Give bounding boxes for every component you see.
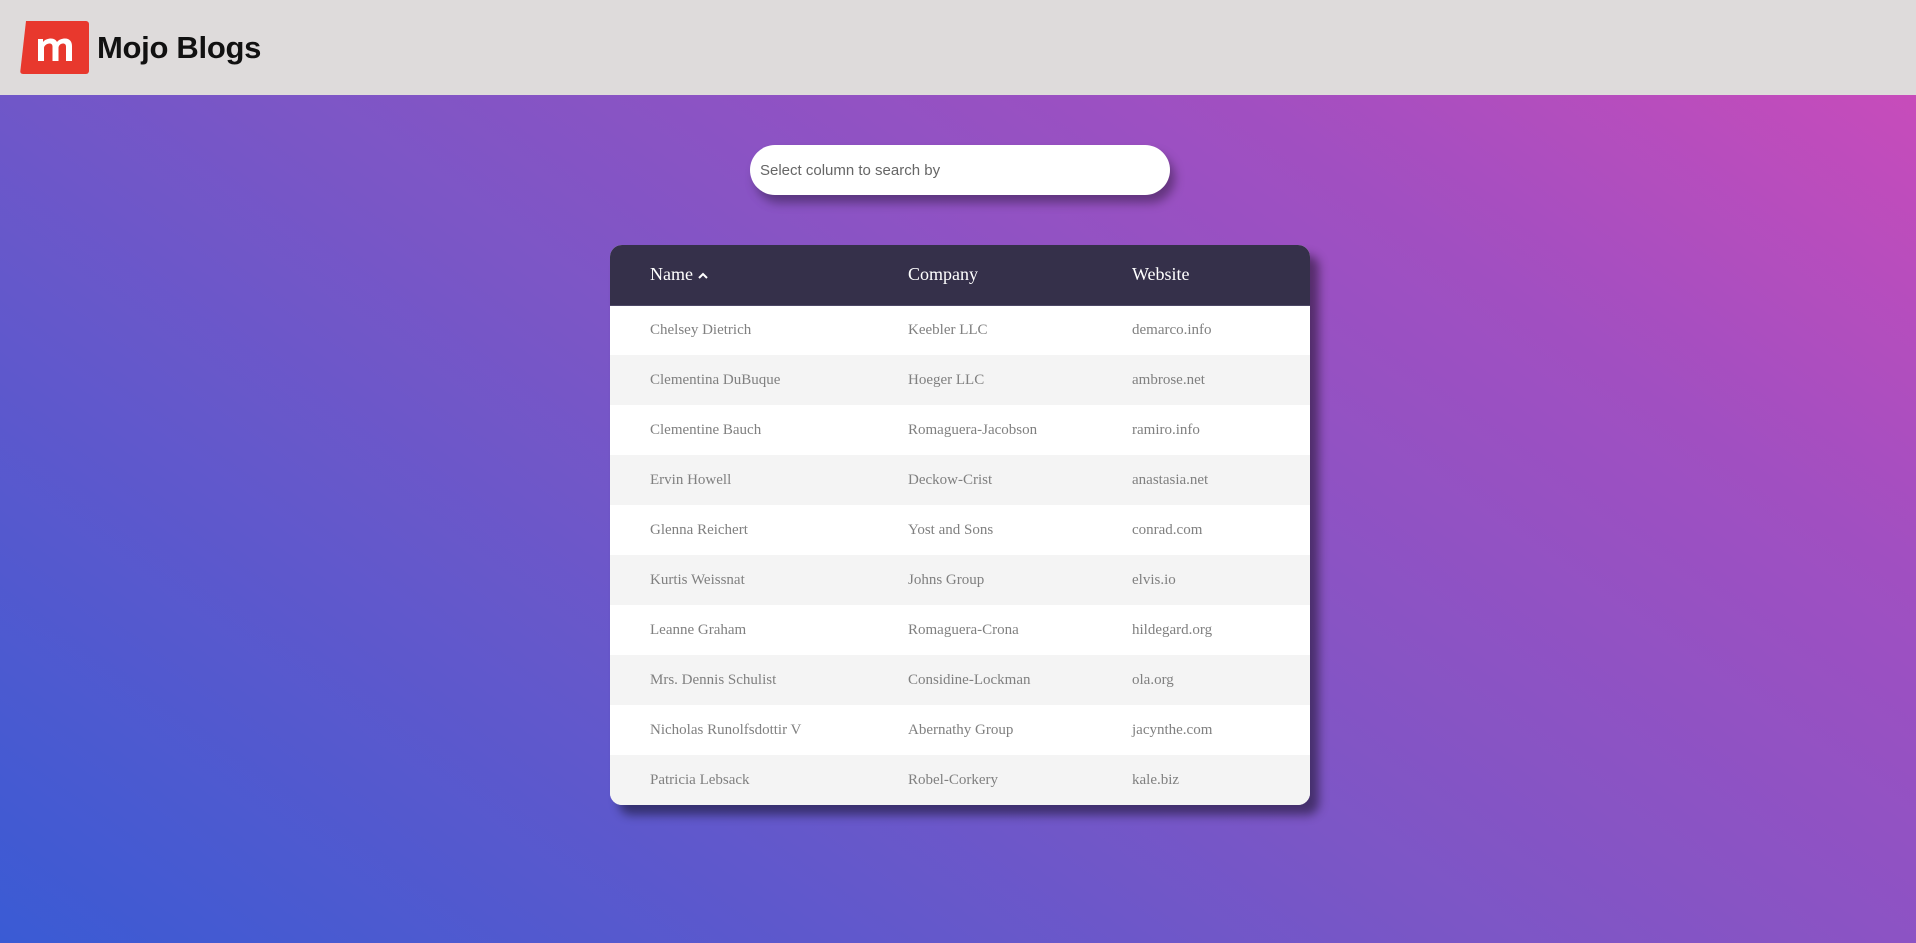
cell-name: Leanne Graham xyxy=(650,621,747,638)
cell-website: ola.org xyxy=(1132,671,1174,688)
cell-name: Chelsey Dietrich xyxy=(650,321,752,338)
logo-icon[interactable] xyxy=(20,21,89,74)
cell-website: jacynthe.com xyxy=(1132,721,1213,738)
chevron-up-icon[interactable] xyxy=(697,265,709,286)
users-table: Name Company Website Chelsey Dietrich Ke… xyxy=(610,245,1310,805)
column-header-website[interactable]: Website xyxy=(1132,245,1310,306)
table-row[interactable]: Kurtis Weissnat Johns Group elvis.io xyxy=(610,555,1310,605)
table-header: Name Company Website xyxy=(610,245,1310,306)
brand-name[interactable]: Mojo Blogs xyxy=(97,30,261,66)
cell-company: Johns Group xyxy=(908,571,985,588)
cell-company: Considine-Lockman xyxy=(908,671,1031,688)
cell-website: ramiro.info xyxy=(1132,421,1200,438)
cell-company: Robel-Corkery xyxy=(908,771,998,788)
cell-website: anastasia.net xyxy=(1132,471,1209,488)
table-row[interactable]: Ervin Howell Deckow-Crist anastasia.net xyxy=(610,455,1310,505)
cell-website: demarco.info xyxy=(1132,321,1212,338)
table-row[interactable]: Patricia Lebsack Robel-Corkery kale.biz xyxy=(610,755,1310,805)
cell-website: kale.biz xyxy=(1132,771,1180,788)
logo-m-glyph xyxy=(37,38,72,61)
cell-company: Romaguera-Jacobson xyxy=(908,421,1038,438)
search-bar xyxy=(750,145,1170,195)
cell-company: Yost and Sons xyxy=(908,521,994,538)
column-header-label: Company xyxy=(908,264,978,285)
cell-name: Kurtis Weissnat xyxy=(650,571,745,588)
table-row[interactable]: Clementina DuBuque Hoeger LLC ambrose.ne… xyxy=(610,355,1310,405)
table-row[interactable]: Leanne Graham Romaguera-Crona hildegard.… xyxy=(610,605,1310,655)
top-navbar: Mojo Blogs xyxy=(0,0,1916,95)
cell-name: Clementine Bauch xyxy=(650,421,762,438)
cell-company: Romaguera-Crona xyxy=(908,621,1019,638)
cell-name: Ervin Howell xyxy=(650,471,732,488)
cell-company: Keebler LLC xyxy=(908,321,988,338)
table-row[interactable]: Nicholas Runolfsdottir V Abernathy Group… xyxy=(610,705,1310,755)
cell-name: Mrs. Dennis Schulist xyxy=(650,671,777,688)
cell-name: Clementina DuBuque xyxy=(650,371,781,388)
cell-website: ambrose.net xyxy=(1132,371,1205,388)
table-row[interactable]: Chelsey Dietrich Keebler LLC demarco.inf… xyxy=(610,305,1310,355)
table-header-row: Name Company Website xyxy=(610,245,1310,306)
cell-website: conrad.com xyxy=(1132,521,1203,538)
cell-website: elvis.io xyxy=(1132,571,1176,588)
column-header-label: Website xyxy=(1132,264,1190,285)
cell-company: Abernathy Group xyxy=(908,721,1014,738)
column-header-company[interactable]: Company xyxy=(908,245,1132,306)
cell-name: Patricia Lebsack xyxy=(650,771,750,788)
table-row[interactable]: Mrs. Dennis Schulist Considine-Lockman o… xyxy=(610,655,1310,705)
search-input[interactable] xyxy=(760,145,1160,195)
cell-name: Nicholas Runolfsdottir V xyxy=(650,721,802,738)
column-header-label: Name xyxy=(650,263,693,284)
cell-company: Deckow-Crist xyxy=(908,471,993,488)
table-row[interactable]: Clementine Bauch Romaguera-Jacobson rami… xyxy=(610,405,1310,455)
table-row[interactable]: Glenna Reichert Yost and Sons conrad.com xyxy=(610,505,1310,555)
cell-name: Glenna Reichert xyxy=(650,521,748,538)
users-table-card: Name Company Website Chelsey Dietrich Ke… xyxy=(610,245,1310,805)
cell-company: Hoeger LLC xyxy=(908,371,985,388)
column-header-name[interactable]: Name xyxy=(610,245,908,306)
cell-website: hildegard.org xyxy=(1132,621,1213,638)
table-body: Chelsey Dietrich Keebler LLC demarco.inf… xyxy=(610,305,1310,805)
